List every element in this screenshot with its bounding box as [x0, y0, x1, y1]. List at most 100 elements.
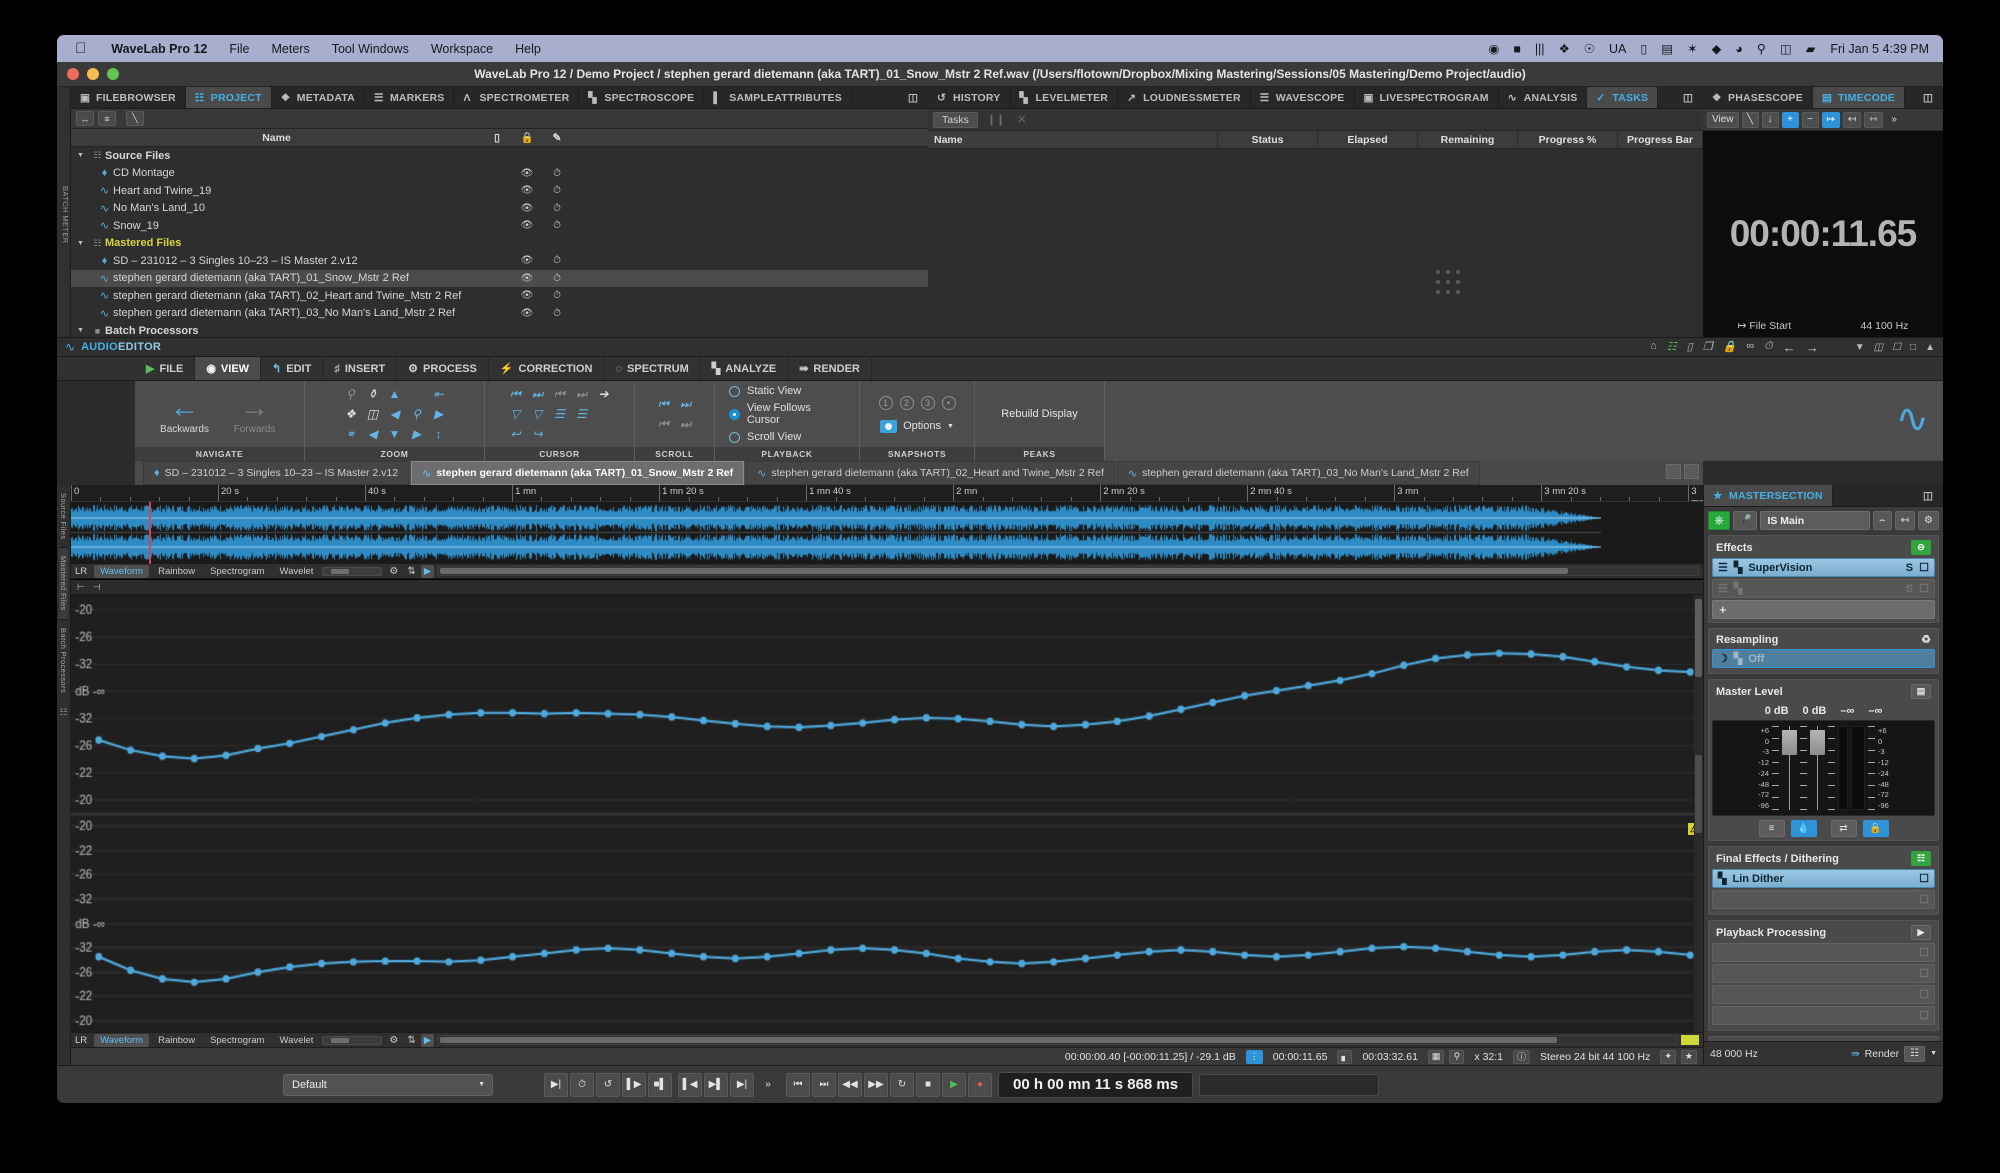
preset-name-field[interactable]: IS Main [1760, 511, 1871, 530]
square-icon[interactable]: ☐ [1919, 561, 1929, 574]
final-effect-slot-lin-dither[interactable]: ▚ Lin Dither ☐ [1712, 869, 1935, 888]
square-icon[interactable]: ☐ [1919, 893, 1929, 906]
marker-add-icon[interactable]: ▶| [544, 1072, 568, 1097]
zoom-left-icon[interactable]: ◀ [386, 406, 403, 423]
master-fader-right[interactable] [1810, 726, 1825, 810]
square-icon[interactable]: ☐ [1919, 1009, 1929, 1022]
tab-menu-icon[interactable] [1684, 464, 1699, 479]
final-effect-slot-empty[interactable]: ☐ [1712, 890, 1935, 909]
right-tab-strip[interactable]: ❖ PHASESCOPE ▤ TIMECODE ◫ [1703, 87, 1943, 109]
radio-scroll-view[interactable]: Scroll View [729, 431, 845, 443]
view-mode-waveform[interactable]: Waveform [94, 564, 150, 578]
ribbon-tab-render[interactable]: ⇛ RENDER [788, 357, 872, 380]
pause-icon[interactable]: ❙❙ [984, 113, 1008, 126]
clock-icon[interactable]: ⏱ [542, 168, 572, 179]
resampling-slot[interactable]: ☽ ▚ Off [1712, 649, 1935, 668]
record-icon[interactable]: ◉ [1481, 41, 1506, 56]
add-effect-button[interactable]: + [1712, 600, 1935, 619]
eye-icon[interactable]: 👁 [512, 308, 542, 319]
back-audio-icon[interactable]: ↩ [507, 426, 524, 443]
eye-icon[interactable]: 👁 [512, 203, 542, 214]
chevron-up-icon[interactable]: ▲ [1925, 342, 1935, 353]
timecode-layout-button[interactable]: ◫ [1914, 87, 1943, 108]
overview-waveform[interactable]: 0 [71, 502, 1703, 564]
envelope-graph[interactable]: ⚠ [71, 595, 1703, 1032]
transport-group-mid[interactable]: ▌◀ ▶▌ ▶| » [678, 1072, 780, 1097]
playback-slot-2[interactable]: ☐ [1712, 964, 1935, 983]
file-start-icon[interactable]: ↦ [1821, 111, 1840, 128]
master-level-buttons[interactable]: ≡ 💧 ⇄ 🔒 [1712, 816, 1935, 837]
fast-forward-icon[interactable]: ▶▶ [864, 1072, 888, 1097]
tab-livespectrogram[interactable]: ▣ LIVESPECTROGRAM [1355, 87, 1499, 108]
env-left-icon[interactable]: ⊢ [77, 582, 85, 593]
sort-list-icon[interactable]: ≡ [98, 111, 116, 126]
snapshot-2-button[interactable]: 2 [899, 395, 914, 410]
lock-icon[interactable]: 🔒 [512, 131, 542, 144]
controlcenter-icon[interactable]: ◫ [1773, 41, 1799, 56]
info-icon[interactable]: ⓘ [1513, 1049, 1531, 1064]
chevron-down-icon[interactable]: ▼ [77, 327, 90, 334]
dropbox-icon[interactable]: ◆ [1705, 41, 1729, 56]
ribbon-tab-analyze[interactable]: ▚ ANALYZE [701, 357, 789, 380]
close-icon[interactable]: ✕ [1014, 113, 1029, 126]
view-mode-rainbow[interactable]: Rainbow [152, 565, 201, 578]
ribbon-tab-file[interactable]: ▶ FILE [135, 357, 196, 380]
keyboard-icon[interactable]: ▤ [1654, 41, 1680, 56]
record-icon[interactable]: ● [968, 1072, 992, 1097]
view-mode-wavelet[interactable]: Wavelet [273, 565, 319, 578]
eye-icon[interactable]: 👁 [512, 168, 542, 179]
time-ruler[interactable]: 0 20 s 40 s 1 mn 1 mn 20 s 1 mn 40 s 2 mn 2 mn … [71, 485, 1703, 502]
timecode-view-button[interactable]: View [1707, 111, 1739, 128]
effect-slot-empty[interactable]: ☰ ▚ S ☐ [1712, 579, 1935, 598]
magnifier-icon[interactable]: ⚲ [1449, 1049, 1465, 1064]
pencil-icon[interactable]: ✎ [542, 132, 572, 144]
prev-marker-icon[interactable]: ▌◀ [678, 1072, 702, 1097]
sel-start-icon[interactable]: ☰ [551, 406, 568, 423]
home-icon[interactable]: ⌂ [1650, 340, 1657, 355]
scroll-prev-icon[interactable]: ⏮ [655, 416, 672, 433]
file-end-icon[interactable]: ↤ [1842, 111, 1862, 128]
snapshot-3-button[interactable]: 3 [920, 395, 935, 410]
mic-icon[interactable]: 🎤 [1733, 511, 1758, 530]
tab-markers[interactable]: ☰ MARKERS [365, 87, 455, 108]
maximize-window-button[interactable] [107, 68, 119, 80]
zoom-in-vert-icon[interactable]: ▲ [386, 386, 403, 403]
tab-mastersection[interactable]: ★ MASTERSECTION [1704, 485, 1833, 506]
tree-item-heart-and-twine[interactable]: ∿ Heart and Twine_19 👁 ⏱ [71, 182, 928, 200]
forwards-button[interactable]: → Forwards [227, 392, 283, 435]
clock-icon[interactable]: ⏱ [1764, 340, 1773, 355]
backwards-button[interactable]: ← Backwards [157, 392, 213, 435]
to-last-icon[interactable]: ▶| [730, 1072, 754, 1097]
master-section-footer[interactable]: 48 000 Hz ⇛ Render ☷ ▼ [1704, 1041, 1943, 1065]
playback-slot-1[interactable]: ☐ [1712, 943, 1935, 962]
timecode-display[interactable]: 00:00:11.65 ↦ File Start 44 100 Hz [1703, 131, 1943, 337]
minimize-window-button[interactable] [87, 68, 99, 80]
ribbon-tab-correction[interactable]: ⚡ CORRECTION [489, 357, 605, 380]
eye-icon[interactable]: 👁 [512, 220, 542, 231]
clock-icon[interactable]: ⏱ [542, 220, 572, 231]
grid-icon[interactable]: ☷ [1904, 1045, 1926, 1062]
doc-tab-nomansland[interactable]: ∿ stephen gerard dietemann (aka TART)_03_… [1116, 461, 1480, 485]
copy-icon[interactable]: ❐ [1703, 340, 1713, 355]
tree-group-mastered-files[interactable]: ▼ ☷ Mastered Files [71, 235, 928, 253]
tasks-toolbar[interactable]: Tasks ❙❙ ✕ [928, 109, 1703, 131]
left-dock-rail[interactable]: BATCH METER PLUG-INS [57, 87, 71, 337]
tree-item-cd-montage[interactable]: ♦ CD Montage 👁 ⏱ [71, 165, 928, 183]
tab-wavescope[interactable]: ☰ WAVESCOPE [1251, 87, 1355, 108]
tab-metadata[interactable]: ❖ METADATA [272, 87, 365, 108]
star-icon[interactable]: ★ [1680, 1049, 1697, 1064]
master-fader-left[interactable] [1782, 726, 1797, 810]
snapshot-1-button[interactable]: 1 [878, 395, 893, 410]
env-view-wavelet[interactable]: Wavelet [273, 1034, 319, 1047]
to-end-icon[interactable]: ⏭ [812, 1072, 836, 1097]
doc-tab-heart[interactable]: ∿ stephen gerard dietemann (aka TART)_02_… [746, 461, 1115, 485]
to-end-icon[interactable]: ⏭ [529, 386, 546, 403]
project-tab-strip[interactable]: ▣ FILEBROWSER ☷ PROJECT ❖ METADATA ☰ MARKERS… [71, 87, 928, 109]
measure-icon[interactable]: ╲ [126, 111, 144, 126]
tab-analysis[interactable]: ∿ ANALYSIS [1499, 87, 1588, 108]
master-level-meters[interactable]: +6 0 -3 -12 -24 -48 -72 -96 +6 0 -3 -12 … [1712, 720, 1935, 816]
tab-history[interactable]: ↺ HISTORY [928, 87, 1011, 108]
doc-tab-is-master[interactable]: ♦ SD – 231012 – 3 Singles 10–23 – IS Mast… [143, 461, 410, 485]
render-button[interactable]: Render [1865, 1048, 1899, 1060]
zoom-selection-icon[interactable]: ⚲ [342, 386, 359, 403]
